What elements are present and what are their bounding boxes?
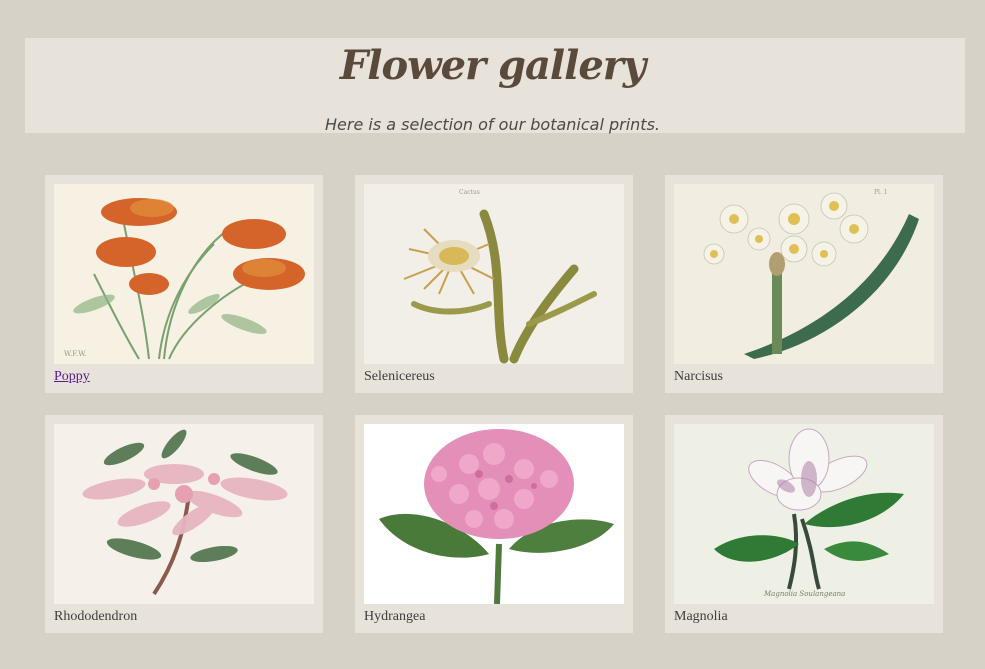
gallery-card-rhododendron[interactable]: Rhododendron	[45, 415, 323, 633]
gallery-card-magnolia[interactable]: Magnolia Soulangeana Magnolia	[665, 415, 943, 633]
rhododendron-print-image[interactable]	[54, 424, 314, 604]
caption-hydrangea: Hydrangea	[364, 609, 426, 624]
magnolia-print-image[interactable]: Magnolia Soulangeana	[674, 424, 934, 604]
poppy-print-image[interactable]: W.F.W.	[54, 184, 314, 364]
gallery-card-hydrangea[interactable]: Hydrangea	[355, 415, 633, 633]
caption-poppy-link[interactable]: Poppy	[54, 369, 90, 385]
svg-text:Pl. 1: Pl. 1	[874, 189, 888, 196]
caption-rhododendron: Rhododendron	[54, 609, 138, 624]
svg-text:Magnolia Soulangeana: Magnolia Soulangeana	[763, 590, 845, 598]
svg-text:Cactus: Cactus	[459, 189, 480, 196]
gallery-card-poppy[interactable]: W.F.W. Poppy	[45, 175, 323, 393]
selenicereus-print-image[interactable]: Cactus	[364, 184, 624, 364]
narcisus-print-image[interactable]: Pl. 1	[674, 184, 934, 364]
page-title: Flower gallery	[339, 42, 646, 89]
caption-magnolia: Magnolia	[674, 609, 728, 624]
caption-narcisus: Narcisus	[674, 369, 723, 384]
gallery-card-narcisus[interactable]: Pl. 1 Narcisus	[665, 175, 943, 393]
page-subtitle: Here is a selection of our botanical pri…	[325, 115, 660, 134]
hydrangea-print-image[interactable]	[364, 424, 624, 604]
gallery-card-selenicereus[interactable]: Cactus Selenicereus	[355, 175, 633, 393]
caption-selenicereus: Selenicereus	[364, 369, 435, 384]
svg-text:W.F.W.: W.F.W.	[64, 350, 86, 358]
